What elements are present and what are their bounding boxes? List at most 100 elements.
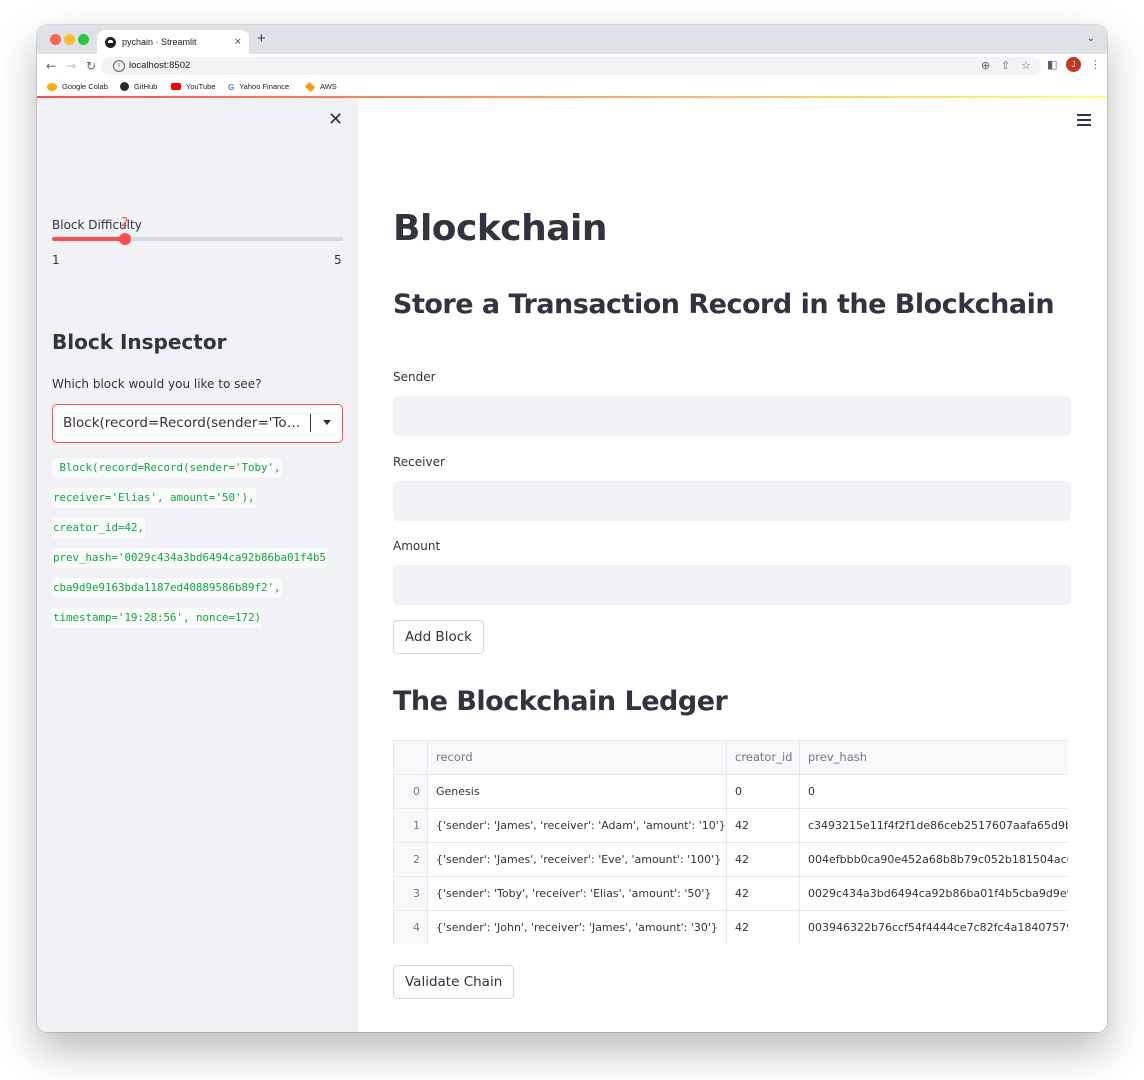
main-content: Blockchain Store a Transaction Record in… — [358, 98, 1107, 1032]
share-icon[interactable]: ⇧ — [1001, 59, 1010, 72]
add-block-button[interactable]: Add Block — [393, 620, 484, 654]
bookmark-label: Google Colab — [62, 82, 108, 91]
bookmark-label: GitHub — [134, 82, 158, 91]
table-cell: c3493215e11f4f2f1de86ceb2517607aafa65d9b… — [808, 819, 1068, 832]
table-cell: 0029c434a3bd6494ca92b86ba01f4b5cba9d9e9 — [808, 887, 1068, 900]
table-cell: 004efbbb0ca90e452a68b8b79c052b181504ac6 — [808, 853, 1068, 866]
table-row[interactable]: 1 {'sender': 'James', 'receiver': 'Adam',… — [394, 809, 1068, 843]
bookmark-label: AWS — [320, 82, 337, 91]
table-cell: 42 — [727, 911, 800, 944]
bookmark-aws[interactable]: AWS — [304, 81, 337, 92]
hamburger-menu-icon[interactable] — [1077, 114, 1091, 129]
tab-close-icon[interactable]: × — [235, 36, 241, 48]
block-select-value: Block(record=Record(sender='Toby', recei… — [63, 415, 303, 431]
sender-label: Sender — [393, 370, 436, 384]
row-index: 0 — [394, 775, 428, 808]
slider-min: 1 — [52, 253, 60, 267]
zoom-icon[interactable]: ⊕ — [981, 59, 990, 72]
close-window-button[interactable] — [50, 34, 61, 45]
side-panel-icon[interactable]: ◧ — [1047, 58, 1057, 71]
slider-max: 5 — [334, 253, 342, 267]
bookmark-label: Yahoo Finance — [239, 82, 290, 91]
table-header-row: record creator_id prev_hash — [394, 741, 1068, 775]
new-tab-button[interactable]: + — [257, 31, 266, 47]
table-cell: 42 — [727, 809, 800, 842]
table-cell: 0 — [727, 775, 800, 808]
row-index: 2 — [394, 843, 428, 876]
block-select-label: Which block would you like to see? — [52, 377, 262, 391]
code-line: creator_id=42, — [52, 518, 146, 538]
amount-input[interactable] — [393, 565, 1071, 605]
table-cell: {'sender': 'Toby', 'receiver': 'Elias', … — [428, 877, 727, 910]
streamlit-favicon-icon — [105, 36, 116, 48]
store-transaction-heading: Store a Transaction Record in the Blockc… — [393, 289, 1055, 320]
forward-icon[interactable]: → — [66, 59, 76, 73]
site-info-icon[interactable]: i — [113, 60, 125, 72]
row-index: 3 — [394, 877, 428, 910]
difficulty-slider[interactable]: 2 — [52, 215, 343, 245]
minimize-window-button[interactable] — [64, 34, 75, 45]
table-cell: 003946322b76ccf54f4444ce7c82fc4a18407579 — [808, 921, 1068, 934]
slider-thumb[interactable] — [118, 233, 131, 245]
reload-icon[interactable]: ↻ — [86, 59, 96, 73]
table-row[interactable]: 0 Genesis 0 0 — [394, 775, 1068, 809]
colab-icon — [47, 82, 57, 91]
table-cell: 42 — [727, 877, 800, 910]
code-line: cba9d9e9163bda1187ed40889586b89f2', — [52, 578, 282, 598]
column-header[interactable] — [394, 741, 428, 774]
sidebar-close-icon[interactable]: ✕ — [328, 110, 343, 130]
address-bar[interactable]: i localhost:8502 ⊕ ⇧ ☆ — [101, 57, 1041, 75]
row-index: 4 — [394, 911, 428, 944]
bookmark-youtube[interactable]: YouTube — [171, 82, 215, 91]
table-row[interactable]: 3 {'sender': 'Toby', 'receiver': 'Elias',… — [394, 877, 1068, 911]
browser-toolbar: ← → ↻ i localhost:8502 ⊕ ⇧ ☆ ◧ J ⋮ — [37, 54, 1107, 80]
aws-icon — [304, 81, 316, 92]
block-inspector-title: Block Inspector — [52, 330, 227, 354]
receiver-label: Receiver — [393, 455, 445, 469]
google-icon: G — [228, 82, 235, 92]
block-code-output: Block(record=Record(sender='Toby', receiv… — [52, 456, 352, 636]
table-row[interactable]: 2 {'sender': 'James', 'receiver': 'Eve', … — [394, 843, 1068, 877]
chevron-down-icon[interactable] — [323, 420, 331, 425]
code-line: prev_hash='0029c434a3bd6494ca92b86ba01f4… — [52, 548, 328, 568]
block-select[interactable]: Block(record=Record(sender='Toby', recei… — [52, 404, 343, 443]
browser-tab[interactable]: pychain · Streamlit × — [97, 30, 249, 54]
amount-label: Amount — [393, 539, 441, 553]
tab-bar: pychain · Streamlit × + ⌄ — [37, 25, 1107, 54]
table-cell: 42 — [727, 843, 800, 876]
bookmark-google-colab[interactable]: Google Colab — [47, 82, 108, 91]
row-index: 1 — [394, 809, 428, 842]
page-title: Blockchain — [393, 208, 608, 249]
column-header[interactable]: prev_hash — [800, 741, 1068, 774]
validate-chain-button[interactable]: Validate Chain — [393, 965, 515, 999]
code-line: receiver='Elias', amount='50'), — [52, 488, 256, 508]
profile-avatar[interactable]: J — [1066, 57, 1081, 72]
table-cell: {'sender': 'James', 'receiver': 'Eve', '… — [428, 843, 727, 876]
code-line: timestamp='19:28:56', nonce=172) — [52, 608, 263, 628]
receiver-input[interactable] — [393, 481, 1071, 521]
slider-value: 2 — [120, 215, 129, 229]
maximize-window-button[interactable] — [78, 34, 89, 45]
table-cell: {'sender': 'James', 'receiver': 'Adam', … — [428, 809, 727, 842]
ledger-table[interactable]: record creator_id prev_hash 0 Genesis 0 0 1 {'se… — [393, 740, 1068, 944]
column-header[interactable]: record — [428, 741, 727, 774]
column-header[interactable]: creator_id — [727, 741, 800, 774]
youtube-icon — [171, 83, 181, 90]
back-icon[interactable]: ← — [46, 59, 56, 73]
slider-fill — [52, 237, 125, 241]
bookmark-star-icon[interactable]: ☆ — [1021, 59, 1031, 72]
url-text: localhost:8502 — [129, 60, 191, 71]
bookmark-yahoo-finance[interactable]: G Yahoo Finance — [228, 82, 290, 92]
ledger-heading: The Blockchain Ledger — [393, 686, 728, 717]
bookmark-github[interactable]: GitHub — [120, 82, 157, 91]
github-icon — [120, 82, 129, 91]
table-row[interactable]: 4 {'sender': 'John', 'receiver': 'James',… — [394, 911, 1068, 944]
browser-menu-icon[interactable]: ⋮ — [1090, 58, 1101, 71]
bookmark-label: YouTube — [186, 82, 216, 91]
sender-input[interactable] — [393, 396, 1071, 436]
tab-search-chevron-icon[interactable]: ⌄ — [1087, 33, 1095, 44]
table-cell: Genesis — [428, 775, 727, 808]
table-cell: 0 — [808, 785, 815, 798]
sidebar: ✕ Block Difficulty 2 1 5 Block Inspector… — [37, 98, 358, 1032]
select-separator — [310, 414, 311, 432]
